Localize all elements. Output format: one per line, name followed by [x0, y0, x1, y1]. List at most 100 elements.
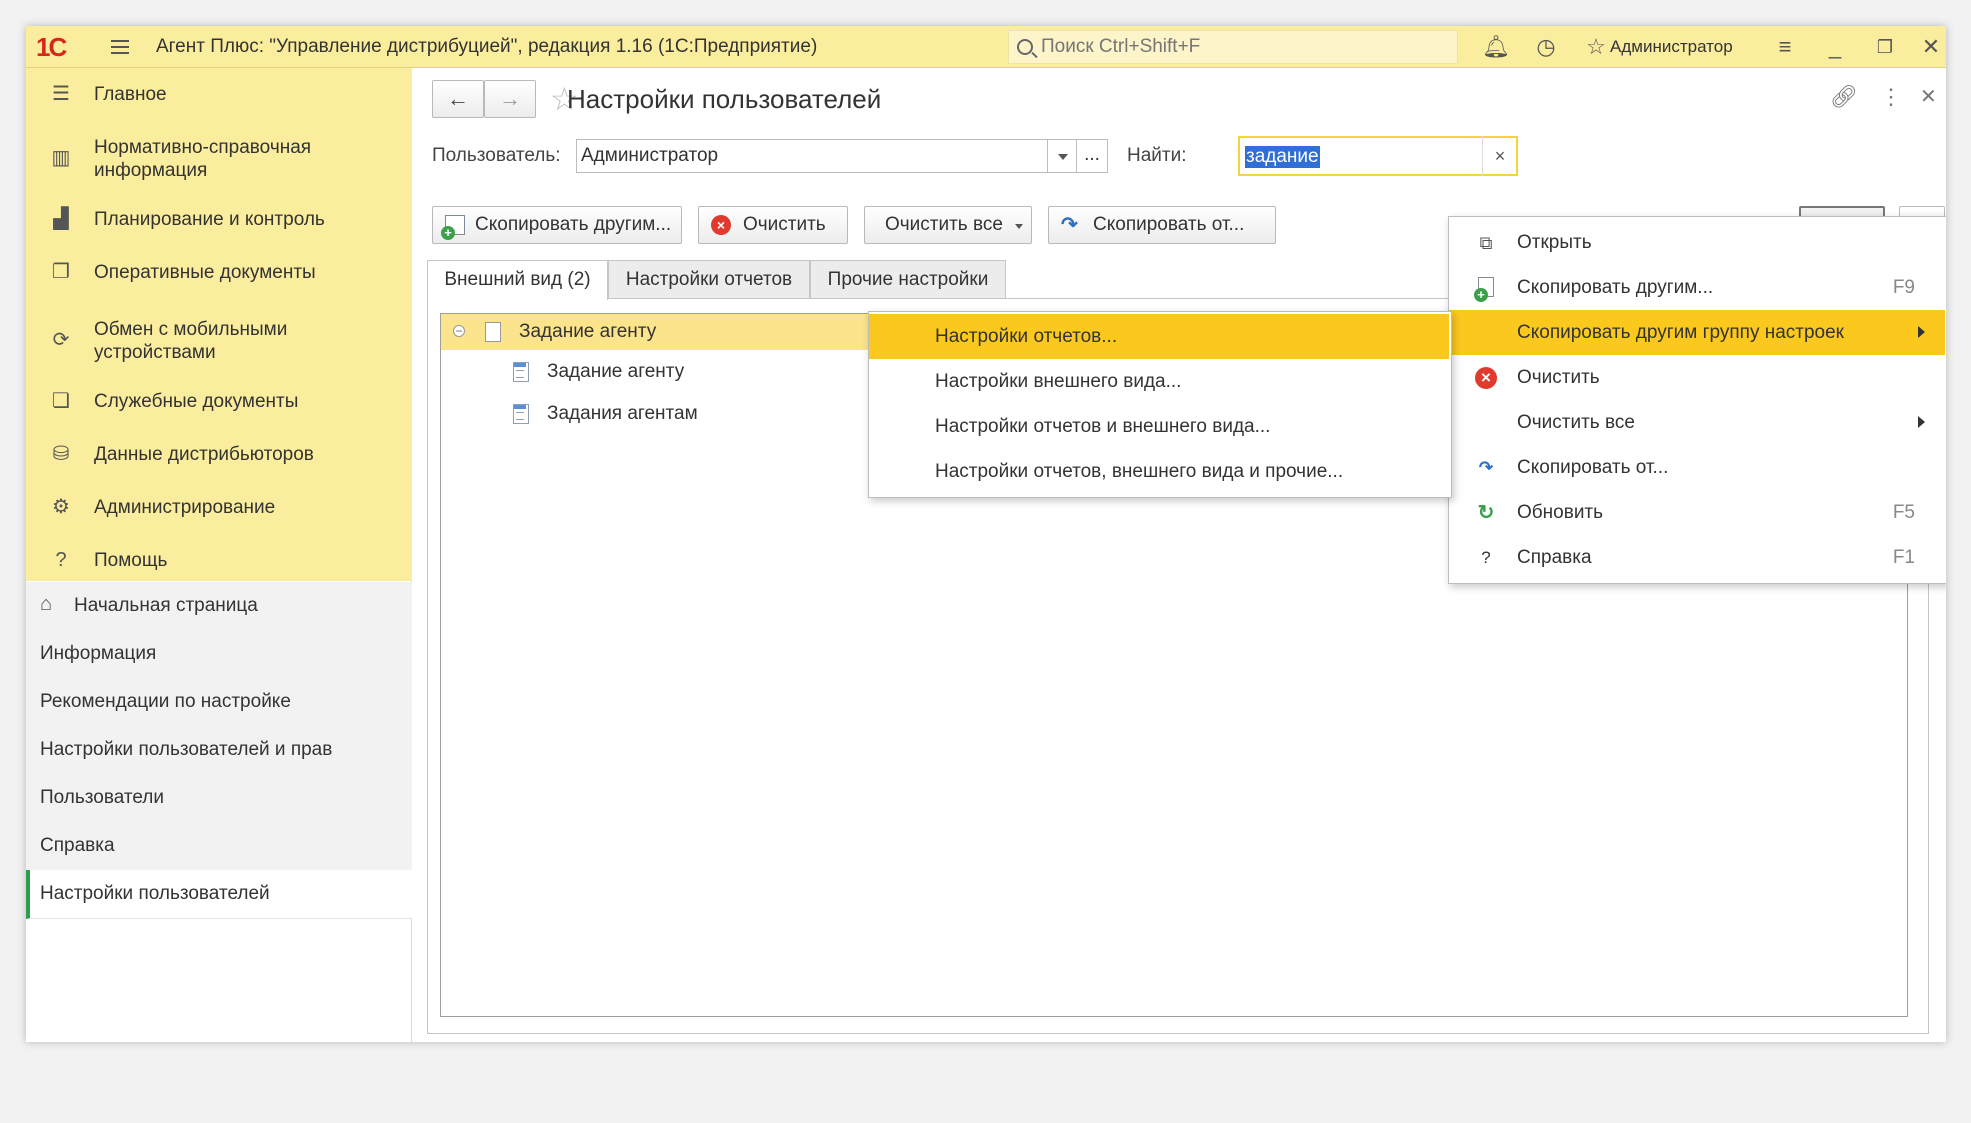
section-operational-docs[interactable]: ❐ Оперативные документы — [26, 257, 412, 287]
menu-item-refresh[interactable]: ↻ Обновить F5 — [1449, 490, 1945, 535]
clear-icon: × — [1475, 367, 1497, 389]
settings-menu-icon[interactable]: ≡ — [1772, 34, 1798, 60]
distributor-icon: ⛁ — [52, 443, 70, 465]
tab-report-settings[interactable]: Настройки отчетов — [608, 260, 810, 298]
section-label: Обмен с мобильными устройствами — [94, 319, 288, 363]
menu-item-copy-from[interactable]: ↷ Скопировать от... — [1449, 445, 1945, 490]
copy-to-others-button[interactable]: Скопировать другим... — [432, 206, 682, 244]
close-window-icon[interactable]: ✕ — [1918, 34, 1944, 60]
arrow-left-icon: ← — [447, 86, 469, 111]
submenu-item-all-settings[interactable]: Настройки отчетов, внешнего вида и прочи… — [869, 449, 1449, 494]
section-label: Помощь — [94, 550, 168, 571]
shortcut-key: F9 — [1892, 277, 1915, 298]
nav-label: Рекомендации по настройке — [40, 691, 291, 712]
nav-label: Настройки пользователей — [40, 883, 270, 904]
user-label: Пользователь: — [432, 145, 561, 166]
tree-row-label: Задания агентам — [547, 403, 698, 424]
clear-all-button[interactable]: Очистить все — [864, 206, 1032, 244]
find-label: Найти: — [1127, 145, 1187, 166]
user-input[interactable] — [577, 140, 1047, 172]
clear-button[interactable]: × Очистить — [698, 206, 848, 244]
gear-icon: ⚙ — [52, 496, 70, 518]
nav-information[interactable]: Информация — [26, 630, 412, 679]
submenu-item-appearance-settings[interactable]: Настройки внешнего вида... — [869, 359, 1449, 404]
shortcut-key: F1 — [1892, 547, 1915, 568]
find-divider — [1482, 136, 1483, 176]
menu-item-copy-to-others[interactable]: Скопировать другим... F9 — [1449, 265, 1945, 310]
section-planning[interactable]: ▟ Планирование и контроль — [26, 204, 412, 234]
section-main[interactable]: ☰ Главное — [26, 79, 412, 109]
tab-other-settings[interactable]: Прочие настройки — [810, 260, 1006, 298]
copy-from-icon: ↷ — [1061, 214, 1078, 236]
nav-home[interactable]: ⌂ Начальная страница — [26, 582, 412, 631]
form-icon — [513, 362, 529, 382]
user-select-button[interactable]: ... — [1076, 139, 1108, 173]
section-label: Главное — [94, 84, 167, 105]
question-icon: ? — [55, 549, 67, 571]
main-menu-icon[interactable] — [108, 35, 132, 59]
section-label: Администрирование — [94, 497, 276, 518]
more-vertical-icon[interactable]: ⋮ — [1880, 84, 1902, 110]
section-distributor-data[interactable]: ⛁ Данные дистрибьюторов — [26, 439, 412, 469]
find-field[interactable]: задание × — [1238, 136, 1518, 176]
nav-help[interactable]: Справка — [26, 822, 412, 871]
menu-item-help[interactable]: ? Справка F1 — [1449, 535, 1945, 580]
section-administration[interactable]: ⚙ Администрирование — [26, 492, 412, 522]
star-icon[interactable]: ☆ — [1583, 34, 1609, 60]
section-mobile-exchange[interactable]: ⟳ Обмен с мобильными устройствами — [26, 315, 412, 365]
user-field[interactable] — [576, 139, 1048, 173]
books-icon: ▥ — [51, 147, 71, 169]
menu-item-label: Справка — [1517, 547, 1592, 568]
submenu-item-report-settings[interactable]: Настройки отчетов... — [869, 314, 1449, 359]
menu-item-clear-all[interactable]: Очистить все — [1449, 400, 1945, 445]
minimize-icon[interactable]: _ — [1822, 34, 1848, 60]
copy-group-submenu: Настройки отчетов... Настройки внешнего … — [868, 311, 1452, 498]
application-window: 1С Агент Плюс: "Управление дистрибуцией"… — [26, 26, 1946, 1042]
copy-from-icon: ↷ — [1478, 458, 1494, 477]
home-icon: ⌂ — [40, 593, 53, 615]
menu-item-label: Настройки отчетов и внешнего вида... — [935, 416, 1271, 437]
menu-item-label: Обновить — [1517, 502, 1604, 523]
menu-item-open[interactable]: ⧉ Открыть — [1449, 220, 1945, 265]
restore-icon[interactable]: ❐ — [1872, 34, 1898, 60]
history-icon[interactable]: ◷ — [1533, 34, 1559, 60]
nav-label: Начальная страница — [74, 595, 258, 616]
back-button[interactable]: ← — [432, 80, 484, 118]
nav-user-settings[interactable]: Настройки пользователей — [26, 870, 416, 919]
copy-from-button[interactable]: ↷ Скопировать от... — [1048, 206, 1276, 244]
user-dropdown-button[interactable] — [1047, 139, 1077, 173]
collapse-icon[interactable]: − — [453, 325, 465, 337]
bell-icon[interactable]: 🔔︎ — [1482, 34, 1510, 60]
button-label: Очистить — [743, 214, 826, 235]
menu-item-copy-group[interactable]: Скопировать другим группу настроек — [1449, 310, 1945, 355]
copy-add-icon — [1474, 277, 1497, 302]
clear-find-icon[interactable]: × — [1488, 138, 1512, 174]
search-input[interactable] — [1041, 31, 1441, 63]
global-search[interactable] — [1008, 30, 1458, 64]
section-help[interactable]: ? Помощь — [26, 545, 412, 575]
link-icon[interactable]: 🔗︎ — [1830, 84, 1858, 110]
more-menu: ⧉ Открыть Скопировать другим... F9 Скопи… — [1448, 216, 1946, 584]
chart-icon: ▟ — [53, 208, 69, 230]
section-reference[interactable]: ▥ Нормативно-справочная информация — [26, 133, 412, 183]
section-label: Служебные документы — [94, 391, 299, 412]
forward-button[interactable]: → — [484, 80, 536, 118]
search-icon — [1017, 39, 1033, 55]
documents-icon: ❐ — [52, 261, 70, 283]
tree-row-label: Задание агенту — [547, 361, 685, 382]
section-service-docs[interactable]: ❏ Служебные документы — [26, 386, 412, 416]
menu-item-label: Очистить все — [1517, 412, 1635, 433]
find-input[interactable]: задание — [1245, 146, 1320, 168]
submenu-arrow-icon — [1918, 416, 1925, 428]
nav-label: Справка — [40, 835, 115, 856]
nav-recommendations[interactable]: Рекомендации по настройке — [26, 678, 412, 727]
tab-appearance[interactable]: Внешний вид (2) — [427, 260, 608, 300]
close-form-icon[interactable]: ✕ — [1920, 84, 1937, 109]
shortcut-key: F5 — [1892, 502, 1915, 523]
nav-users[interactable]: Пользователи — [26, 774, 412, 823]
submenu-item-reports-and-appearance[interactable]: Настройки отчетов и внешнего вида... — [869, 404, 1449, 449]
nav-label: Настройки пользователей и прав — [40, 739, 333, 760]
nav-user-settings-rights[interactable]: Настройки пользователей и прав — [26, 726, 412, 775]
menu-item-clear[interactable]: × Очистить — [1449, 355, 1945, 400]
current-user[interactable]: Администратор — [1610, 26, 1733, 68]
